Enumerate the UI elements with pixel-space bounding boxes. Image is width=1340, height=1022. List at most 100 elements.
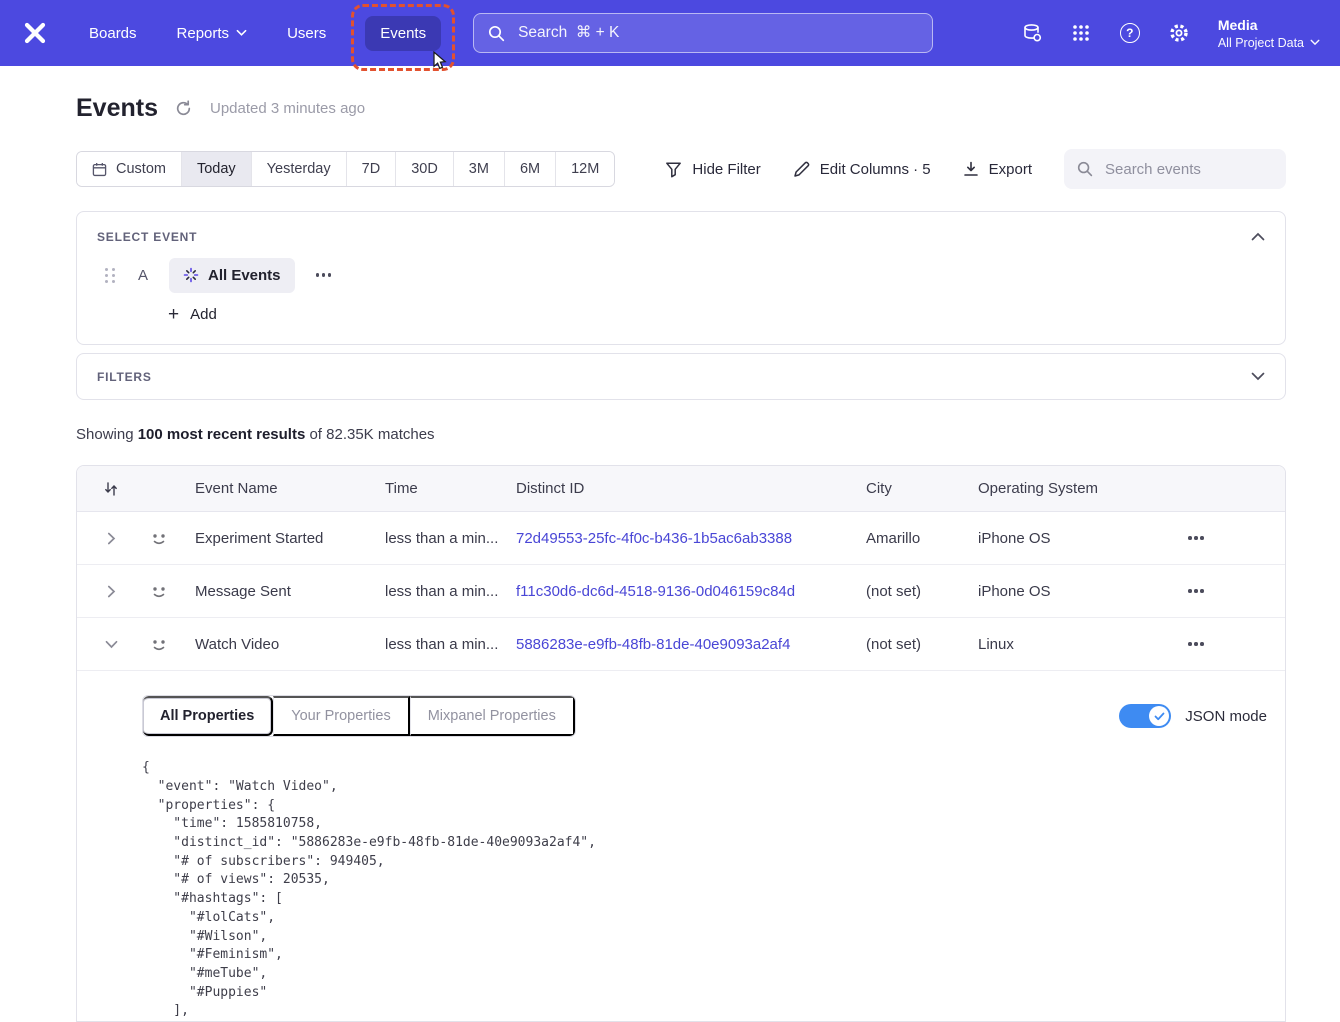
tab-mixpanel-properties[interactable]: Mixpanel Properties bbox=[410, 696, 575, 736]
collapse-all-button[interactable] bbox=[98, 475, 124, 503]
page-title: Events bbox=[76, 94, 158, 123]
row-more-button[interactable] bbox=[1183, 582, 1209, 600]
event-row-more-button[interactable] bbox=[311, 266, 337, 284]
top-navbar: Boards Reports Users Events bbox=[0, 0, 1340, 66]
event-burst-icon bbox=[183, 267, 199, 283]
cell-time: less than a min... bbox=[385, 636, 516, 653]
edit-columns-label: Edit Columns · 5 bbox=[820, 161, 931, 178]
col-header-city[interactable]: City bbox=[866, 480, 978, 497]
chevron-right-icon bbox=[107, 585, 116, 598]
settings-gear-icon bbox=[1168, 22, 1190, 44]
expand-filters-button[interactable] bbox=[1245, 368, 1271, 385]
nav-events-wrapper: Events bbox=[365, 16, 441, 51]
chevron-down-icon bbox=[236, 29, 247, 37]
select-event-title: SELECT EVENT bbox=[97, 230, 197, 244]
search-icon bbox=[1077, 161, 1093, 177]
events-search-input[interactable] bbox=[1103, 160, 1273, 179]
json-mode-toggle[interactable] bbox=[1119, 704, 1171, 728]
distinct-id-link[interactable]: 72d49553-25fc-4f0c-b436-1b5ac6ab3388 bbox=[516, 530, 792, 547]
nav-item-boards[interactable]: Boards bbox=[74, 16, 152, 51]
col-header-distinct-id[interactable]: Distinct ID bbox=[516, 480, 866, 497]
tab-your-properties[interactable]: Your Properties bbox=[273, 696, 409, 736]
filters-card: FILTERS bbox=[76, 353, 1286, 400]
event-builder-row: A All Events bbox=[77, 253, 1285, 297]
primary-nav: Boards Reports Users Events bbox=[74, 16, 441, 51]
date-range-7d[interactable]: 7D bbox=[346, 152, 396, 186]
nav-item-events[interactable]: Events bbox=[365, 16, 441, 51]
table-row[interactable]: Message Sent less than a min... f11c30d6… bbox=[77, 565, 1285, 618]
results-prefix: Showing bbox=[76, 426, 138, 443]
row-detail-panel: All Properties Your Properties Mixpanel … bbox=[77, 671, 1285, 1021]
hide-filter-label: Hide Filter bbox=[692, 161, 760, 178]
filters-title: FILTERS bbox=[97, 370, 152, 384]
event-selector-label: All Events bbox=[208, 267, 281, 284]
face-icon bbox=[145, 524, 173, 552]
date-range-control: Custom Today Yesterday 7D 30D 3M 6M 12M bbox=[76, 151, 615, 187]
date-range-today[interactable]: Today bbox=[181, 152, 251, 186]
col-header-time[interactable]: Time bbox=[385, 480, 516, 497]
drag-handle[interactable] bbox=[105, 268, 115, 283]
date-range-6m[interactable]: 6M bbox=[504, 152, 555, 186]
results-suffix: of 82.35K matches bbox=[305, 426, 434, 443]
mixpanel-logo[interactable] bbox=[20, 18, 50, 48]
calendar-icon bbox=[92, 162, 107, 177]
data-management-button[interactable] bbox=[1020, 21, 1044, 45]
collapse-section-button[interactable] bbox=[1245, 228, 1271, 245]
export-label: Export bbox=[989, 161, 1032, 178]
results-count: 100 most recent results bbox=[138, 426, 306, 443]
apps-grid-button[interactable] bbox=[1069, 21, 1093, 45]
face-icon bbox=[145, 577, 173, 605]
global-search[interactable] bbox=[473, 13, 933, 53]
export-button[interactable]: Export bbox=[963, 161, 1032, 178]
tab-all-properties[interactable]: All Properties bbox=[143, 696, 273, 736]
date-range-3m[interactable]: 3M bbox=[453, 152, 504, 186]
collapse-row-button[interactable] bbox=[99, 634, 124, 655]
events-search[interactable] bbox=[1064, 149, 1286, 189]
event-selector-chip[interactable]: All Events bbox=[169, 258, 295, 293]
nav-item-reports[interactable]: Reports bbox=[162, 16, 263, 51]
expand-row-button[interactable] bbox=[101, 579, 122, 604]
date-range-30d[interactable]: 30D bbox=[395, 152, 453, 186]
cell-os: iPhone OS bbox=[978, 530, 1158, 547]
row-more-button[interactable] bbox=[1183, 529, 1209, 547]
date-range-yesterday[interactable]: Yesterday bbox=[251, 152, 346, 186]
collapse-rows-icon bbox=[104, 481, 118, 497]
row-more-button[interactable] bbox=[1183, 635, 1209, 653]
chevron-up-icon bbox=[1251, 232, 1265, 241]
event-avatar bbox=[145, 524, 195, 552]
json-mode-label: JSON mode bbox=[1185, 708, 1267, 725]
json-viewer: { "event": "Watch Video", "properties": … bbox=[142, 759, 1267, 1021]
distinct-id-link[interactable]: f11c30d6-dc6d-4518-9136-0d046159c84d bbox=[516, 583, 795, 600]
chevron-right-icon bbox=[107, 532, 116, 545]
plus-icon: + bbox=[168, 306, 179, 323]
distinct-id-link[interactable]: 5886283e-e9fb-48fb-81de-40e9093a2af4 bbox=[516, 636, 790, 653]
cell-city: (not set) bbox=[866, 583, 978, 600]
hide-filter-button[interactable]: Hide Filter bbox=[665, 161, 760, 178]
chevron-down-icon bbox=[1310, 39, 1320, 46]
date-range-12m[interactable]: 12M bbox=[555, 152, 614, 186]
add-event-label: Add bbox=[190, 306, 217, 323]
cell-os: Linux bbox=[978, 636, 1158, 653]
col-header-os[interactable]: Operating System bbox=[978, 480, 1158, 497]
table-row-expanded[interactable]: Watch Video less than a min... 5886283e-… bbox=[77, 618, 1285, 671]
nav-item-users[interactable]: Users bbox=[272, 16, 341, 51]
edit-columns-button[interactable]: Edit Columns · 5 bbox=[793, 161, 931, 178]
add-event-button[interactable]: + Add bbox=[162, 305, 223, 324]
settings-button[interactable] bbox=[1167, 21, 1191, 45]
event-row-letter: A bbox=[136, 267, 150, 284]
filter-funnel-icon bbox=[665, 161, 682, 178]
expand-row-button[interactable] bbox=[101, 526, 122, 551]
project-switcher[interactable]: Media All Project Data bbox=[1218, 17, 1320, 50]
table-row[interactable]: Experiment Started less than a min... 72… bbox=[77, 512, 1285, 565]
help-button[interactable]: ? bbox=[1118, 21, 1142, 45]
date-custom-button[interactable]: Custom bbox=[77, 152, 181, 186]
toggle-knob bbox=[1149, 706, 1169, 726]
face-icon bbox=[145, 630, 173, 658]
last-updated-text: Updated 3 minutes ago bbox=[210, 100, 365, 117]
col-header-event-name[interactable]: Event Name bbox=[195, 480, 385, 497]
global-search-input[interactable] bbox=[516, 23, 918, 43]
select-event-card: SELECT EVENT A All Events + bbox=[76, 211, 1286, 345]
mixpanel-logo-icon bbox=[22, 20, 48, 46]
refresh-button[interactable] bbox=[172, 97, 196, 121]
apps-grid-icon bbox=[1071, 23, 1091, 43]
